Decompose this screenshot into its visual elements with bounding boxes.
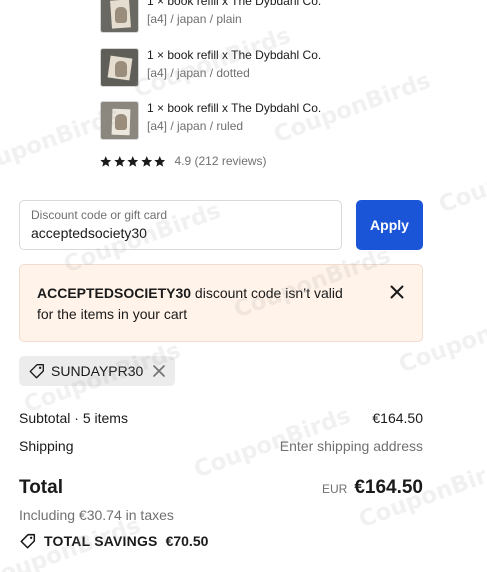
line-item: 1 × book refill x The Dybdahl Co. [a4] /… bbox=[100, 101, 321, 141]
applied-discount-chip: SUNDAYPR30 bbox=[19, 356, 175, 386]
rating-stars bbox=[99, 155, 167, 168]
product-variant: [a4] / japan / dotted bbox=[147, 66, 250, 80]
savings-label: TOTAL SAVINGS bbox=[44, 533, 158, 549]
shipping-row: Shipping Enter shipping address bbox=[19, 438, 423, 454]
product-variant: [a4] / japan / ruled bbox=[147, 119, 244, 133]
discount-field-value[interactable]: acceptedsociety30 bbox=[31, 225, 147, 241]
shipping-value: Enter shipping address bbox=[279, 438, 423, 454]
currency-code: EUR bbox=[321, 482, 348, 496]
error-code: ACCEPTEDSOCIETY30 bbox=[37, 285, 192, 301]
error-message: ACCEPTEDSOCIETY30 discount code isn’t va… bbox=[37, 283, 357, 325]
total-savings: TOTAL SAVINGS €70.50 bbox=[19, 532, 208, 550]
product-thumbnail bbox=[100, 0, 139, 33]
star-icon bbox=[127, 155, 139, 167]
total-label: Total bbox=[19, 477, 63, 498]
invalid-code-banner: ACCEPTEDSOCIETY30 discount code isn’t va… bbox=[19, 264, 423, 342]
tag-icon bbox=[29, 364, 44, 379]
watermark: CouponBirds bbox=[435, 137, 487, 219]
subtotal-row: Subtotal · 5 items €164.50 bbox=[19, 410, 423, 426]
discount-field-label: Discount code or gift card bbox=[31, 208, 168, 222]
error-message-part1: discount code isn’t valid bbox=[191, 285, 343, 301]
apply-button[interactable]: Apply bbox=[356, 200, 423, 250]
star-icon bbox=[113, 155, 125, 167]
total-row: Total EUR €164.50 bbox=[19, 477, 423, 499]
product-thumbnail bbox=[100, 101, 139, 140]
savings-value: €70.50 bbox=[165, 533, 209, 549]
product-thumbnail bbox=[100, 48, 139, 87]
checkout-order-summary: 1 × book refill x The Dybdahl Co. [a4] /… bbox=[0, 0, 487, 572]
tag-icon bbox=[20, 533, 36, 549]
taxes-note: Including €30.74 in taxes bbox=[19, 507, 174, 523]
close-icon[interactable] bbox=[388, 283, 406, 301]
line-item: 1 × book refill x The Dybdahl Co. [a4] /… bbox=[100, 0, 321, 34]
shipping-label: Shipping bbox=[19, 438, 74, 454]
star-icon bbox=[100, 155, 112, 167]
product-name: 1 × book refill x The Dybdahl Co. bbox=[147, 0, 322, 8]
star-icon bbox=[140, 155, 152, 167]
rating-text: 4.9 (212 reviews) bbox=[174, 154, 267, 168]
subtotal-value: €164.50 bbox=[372, 410, 423, 426]
product-variant: [a4] / japan / plain bbox=[147, 12, 242, 26]
product-rating: 4.9 (212 reviews) bbox=[99, 152, 267, 170]
subtotal-label: Subtotal · 5 items bbox=[19, 410, 128, 426]
discount-code-input[interactable]: Discount code or gift card acceptedsocie… bbox=[19, 200, 342, 250]
applied-code: SUNDAYPR30 bbox=[51, 363, 144, 379]
star-icon bbox=[154, 155, 166, 167]
error-message-part2: for the items in your cart bbox=[37, 306, 188, 322]
product-name: 1 × book refill x The Dybdahl Co. bbox=[147, 101, 322, 115]
remove-code-icon[interactable] bbox=[152, 364, 166, 378]
product-name: 1 × book refill x The Dybdahl Co. bbox=[147, 48, 322, 62]
total-value: €164.50 bbox=[354, 477, 423, 498]
line-item: 1 × book refill x The Dybdahl Co. [a4] /… bbox=[100, 48, 321, 88]
